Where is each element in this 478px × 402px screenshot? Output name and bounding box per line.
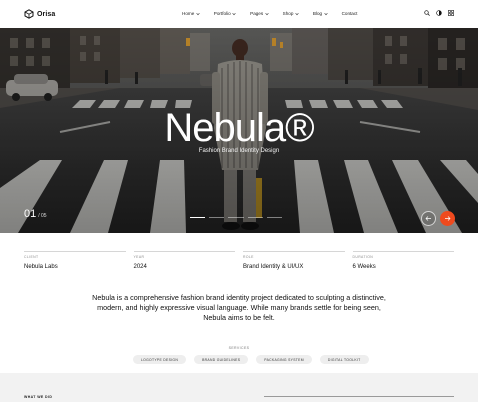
nav-label: Shop xyxy=(282,11,294,16)
nav-item-home[interactable]: Home xyxy=(182,11,200,16)
chevron-down-icon xyxy=(295,12,299,15)
chevron-down-icon xyxy=(196,12,200,15)
nav-item-portfolio[interactable]: Portfolio xyxy=(214,11,236,16)
next-slide-button[interactable] xyxy=(440,211,455,226)
chevron-down-icon xyxy=(232,12,236,15)
slide-counter-current: 01 xyxy=(24,208,37,220)
meta-value: Nebula Labs xyxy=(24,264,58,270)
hero-title: Nebula® xyxy=(164,106,314,150)
service-tag: LOGOTYPE DESIGN xyxy=(133,355,187,364)
section-label: WHAT WE DID xyxy=(24,395,53,399)
brand-name: Orisa xyxy=(37,10,56,18)
nav-item-blog[interactable]: Blog xyxy=(313,11,328,16)
meta-label: CLIENT xyxy=(24,255,39,259)
slide-counter: 01 / 05 xyxy=(24,208,47,220)
meta-value: 2024 xyxy=(133,264,147,270)
section-divider xyxy=(264,396,454,397)
meta-role: ROLE Brand Identity & UI/UX xyxy=(243,251,345,270)
nav-item-shop[interactable]: Shop xyxy=(283,11,299,16)
site-header: Orisa Home Portfolio Pages Shop Blog Con… xyxy=(0,0,478,28)
meta-label: DURATION xyxy=(352,255,374,259)
service-tag: PACKAGING SYSTEM xyxy=(256,355,312,364)
slide-progress-segment[interactable] xyxy=(190,217,206,218)
nav-item-pages[interactable]: Pages xyxy=(250,11,269,16)
search-icon[interactable] xyxy=(424,10,430,16)
header-actions xyxy=(424,10,454,16)
services-tags: LOGOTYPE DESIGN BRAND GUIDELINES PACKAGI… xyxy=(133,355,369,364)
slide-progress-segment[interactable] xyxy=(247,217,263,218)
service-tag: DIGITAL TOOLKIT xyxy=(319,355,369,364)
nav-label: Portfolio xyxy=(213,11,231,16)
services-label: SERVICES xyxy=(228,346,250,350)
arrow-right-icon xyxy=(445,216,451,221)
slide-progress-segment[interactable] xyxy=(209,217,225,218)
slide-progress xyxy=(190,217,283,218)
nav-label: Contact xyxy=(341,11,358,16)
logo[interactable]: Orisa xyxy=(24,9,55,19)
slide-counter-total: / 05 xyxy=(38,213,47,219)
service-tag: BRAND GUIDELINES xyxy=(194,355,249,364)
nav-label: Blog xyxy=(312,11,323,16)
nav-label: Pages xyxy=(250,11,264,16)
logo-mark-icon xyxy=(24,9,34,19)
hero-slider: Nebula® Fashion Brand Identity Design 01… xyxy=(0,28,478,233)
main-nav: Home Portfolio Pages Shop Blog Contact xyxy=(182,11,357,16)
arrow-left-icon xyxy=(425,216,431,221)
meta-value: Brand Identity & UI/UX xyxy=(243,264,304,270)
meta-value: 6 Weeks xyxy=(352,264,376,270)
meta-duration: DURATION 6 Weeks xyxy=(352,251,454,270)
grid-menu-icon[interactable] xyxy=(448,10,454,16)
theme-toggle-icon[interactable] xyxy=(436,10,442,16)
slide-progress-segment[interactable] xyxy=(228,217,244,218)
project-meta: CLIENT Nebula Labs YEAR 2024 ROLE Brand … xyxy=(24,251,454,270)
meta-label: YEAR xyxy=(133,255,145,259)
nav-label: Home xyxy=(182,11,195,16)
meta-client: CLIENT Nebula Labs xyxy=(24,251,126,270)
chevron-down-icon xyxy=(323,12,328,15)
hero-subtitle: Fashion Brand Identity Design xyxy=(198,148,280,154)
nav-item-contact[interactable]: Contact xyxy=(342,11,358,16)
meta-year: YEAR 2024 xyxy=(133,251,235,270)
meta-label: ROLE xyxy=(243,255,254,259)
what-we-did-section: WHAT WE DID xyxy=(0,373,478,402)
prev-slide-button[interactable] xyxy=(421,211,436,226)
project-description: Nebula is a comprehensive fashion brand … xyxy=(92,293,386,322)
slide-progress-segment[interactable] xyxy=(266,217,283,218)
chevron-down-icon xyxy=(265,12,269,15)
